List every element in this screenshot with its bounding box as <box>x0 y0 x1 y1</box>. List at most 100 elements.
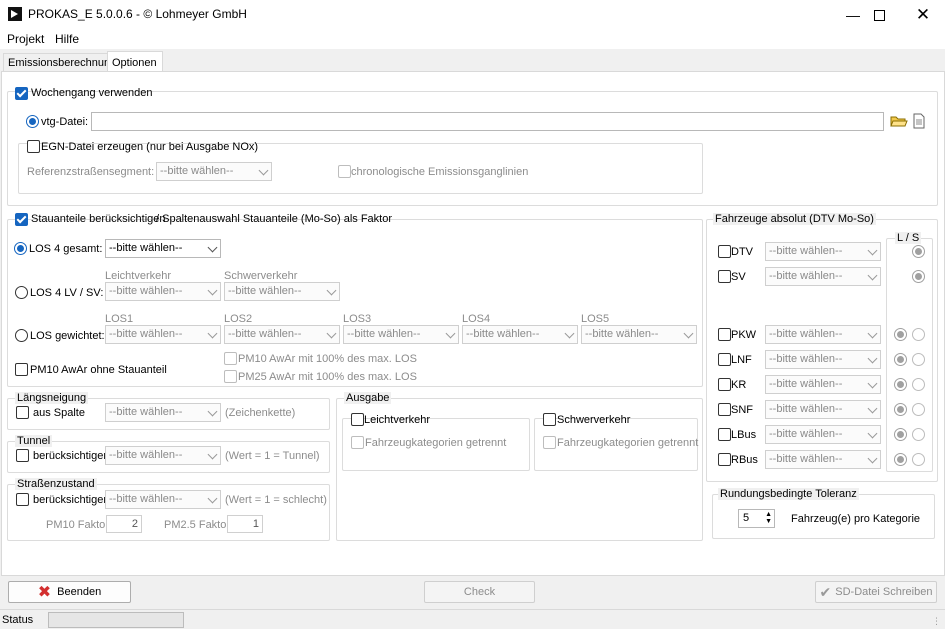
fz-snf-select[interactable]: --bitte wählen-- <box>765 400 881 419</box>
fz-sv-select[interactable]: --bitte wählen-- <box>765 267 881 286</box>
pm10-100-label: PM10 AwAr mit 100% des max. LOS <box>238 353 417 365</box>
schwer-select[interactable]: --bitte wählen-- <box>224 282 340 301</box>
tunnel-select[interactable]: --bitte wählen-- <box>105 446 221 465</box>
laengsneigung-title: Längsneigung <box>15 392 89 404</box>
tab-emissionsberechnung[interactable]: Emissionsberechnung <box>3 53 116 72</box>
menu-projekt[interactable]: Projekt <box>7 32 44 46</box>
fz-pkw-l-radio[interactable] <box>894 328 907 341</box>
resize-grip-icon[interactable]: ⋮ <box>932 616 941 627</box>
beenden-button[interactable]: ✖ Beenden <box>8 581 131 603</box>
app-icon <box>8 7 22 21</box>
fz-rbus-select[interactable]: --bitte wählen-- <box>765 450 881 469</box>
chrono-checkbox[interactable] <box>338 165 351 178</box>
open-folder-button[interactable] <box>890 113 908 129</box>
fz-pkw-select-value: --bitte wählen-- <box>769 328 843 340</box>
fz-kr-select[interactable]: --bitte wählen-- <box>765 375 881 394</box>
fz-sv-checkbox[interactable] <box>718 270 731 283</box>
ref-select[interactable]: --bitte wählen-- <box>156 162 272 181</box>
tab-optionen[interactable]: Optionen <box>107 51 163 73</box>
fz-lbus-s-radio[interactable] <box>912 428 925 441</box>
los-gewichtet-radio[interactable] <box>15 329 28 342</box>
fz-dtv-checkbox[interactable] <box>718 245 731 258</box>
check-button[interactable]: Check <box>424 581 535 603</box>
los5-header: LOS5 <box>581 313 610 325</box>
fz-sv-s-radio[interactable] <box>912 270 925 283</box>
close-icon: ✕ <box>915 5 931 24</box>
fz-lnf-s-radio[interactable] <box>912 353 925 366</box>
ausgabe-schwer-getrennt-checkbox[interactable] <box>543 436 556 449</box>
fz-sv-select-value: --bitte wählen-- <box>769 270 843 282</box>
los3-header: LOS3 <box>343 313 372 325</box>
strasse-select[interactable]: --bitte wählen-- <box>105 490 221 509</box>
fz-kr-l-radio[interactable] <box>894 378 907 391</box>
los2-select[interactable]: --bitte wählen-- <box>224 325 340 344</box>
chevron-down-icon <box>207 328 218 339</box>
vtg-file-input[interactable] <box>91 112 884 131</box>
rundung-spinner[interactable]: 5 ▲ ▼ <box>738 509 775 528</box>
los4-gesamt-select[interactable]: --bitte wählen-- <box>105 239 221 258</box>
fz-pkw-select[interactable]: --bitte wählen-- <box>765 325 881 344</box>
chevron-down-icon <box>207 285 218 296</box>
los4-gesamt-radio[interactable] <box>14 242 27 255</box>
fz-lnf-label: LNF <box>731 354 752 366</box>
los4-select[interactable]: --bitte wählen-- <box>462 325 578 344</box>
wochengang-checkbox[interactable] <box>15 87 28 100</box>
los5-select[interactable]: --bitte wählen-- <box>581 325 697 344</box>
fz-rbus-checkbox[interactable] <box>718 453 731 466</box>
pm25-faktor-input[interactable]: 1 <box>227 515 263 533</box>
vtg-radio[interactable] <box>26 115 39 128</box>
fz-lnf-checkbox[interactable] <box>718 353 731 366</box>
spinner-arrows-icon[interactable]: ▲ ▼ <box>765 511 772 525</box>
tunnel-checkbox[interactable] <box>16 449 29 462</box>
laengsneigung-select[interactable]: --bitte wählen-- <box>105 403 221 422</box>
fz-lnf-select[interactable]: --bitte wählen-- <box>765 350 881 369</box>
fz-snf-s-radio[interactable] <box>912 403 925 416</box>
pm25-100-checkbox[interactable] <box>224 370 237 383</box>
laengsneigung-checkbox[interactable] <box>16 406 29 419</box>
fz-dtv-select[interactable]: --bitte wählen-- <box>765 242 881 261</box>
fz-rbus-l-radio[interactable] <box>894 453 907 466</box>
fz-lnf-l-radio[interactable] <box>894 353 907 366</box>
close-button[interactable]: ✕ <box>900 0 945 30</box>
fz-lbus-label: LBus <box>731 429 757 441</box>
fz-kr-s-radio[interactable] <box>912 378 925 391</box>
maximize-button[interactable] <box>856 0 902 30</box>
los4-gesamt-value: --bitte wählen-- <box>109 242 183 254</box>
strasse-checkbox[interactable] <box>16 493 29 506</box>
schwer-select-value: --bitte wählen-- <box>228 285 302 297</box>
stau-checkbox[interactable] <box>15 213 28 226</box>
fz-lbus-checkbox[interactable] <box>718 428 731 441</box>
fz-dtv-s-radio[interactable] <box>912 245 925 258</box>
maximize-icon <box>873 9 885 21</box>
fz-snf-checkbox[interactable] <box>718 403 731 416</box>
leicht-select[interactable]: --bitte wählen-- <box>105 282 221 301</box>
ausgabe-leicht-checkbox[interactable] <box>351 413 364 426</box>
chevron-down-icon <box>683 328 694 339</box>
ausgabe-schwer-checkbox[interactable] <box>543 413 556 426</box>
menu-hilfe[interactable]: Hilfe <box>55 32 79 46</box>
chevron-down-icon <box>867 328 878 339</box>
chevron-down-icon <box>867 270 878 281</box>
document-icon <box>913 113 925 129</box>
fz-dtv-select-value: --bitte wählen-- <box>769 245 843 257</box>
fz-lbus-select[interactable]: --bitte wählen-- <box>765 425 881 444</box>
fz-snf-label: SNF <box>731 404 753 416</box>
sd-datei-button[interactable]: ✔ SD-Datei Schreiben <box>815 581 937 603</box>
pm10-faktor-input[interactable]: 2 <box>106 515 142 533</box>
ausgabe-leicht-getrennt-checkbox[interactable] <box>351 436 364 449</box>
los4-lvsv-radio[interactable] <box>15 286 28 299</box>
fz-lbus-l-radio[interactable] <box>894 428 907 441</box>
file-view-button[interactable] <box>912 113 926 129</box>
fz-pkw-s-radio[interactable] <box>912 328 925 341</box>
fz-snf-l-radio[interactable] <box>894 403 907 416</box>
los1-select[interactable]: --bitte wählen-- <box>105 325 221 344</box>
pm10-100-checkbox[interactable] <box>224 352 237 365</box>
pm10-ohne-checkbox[interactable] <box>15 363 28 376</box>
los3-select[interactable]: --bitte wählen-- <box>343 325 459 344</box>
fz-kr-checkbox[interactable] <box>718 378 731 391</box>
ref-select-value: --bitte wählen-- <box>160 165 234 177</box>
fz-pkw-checkbox[interactable] <box>718 328 731 341</box>
egn-checkbox[interactable] <box>27 140 40 153</box>
beenden-label: Beenden <box>57 586 102 598</box>
fz-rbus-s-radio[interactable] <box>912 453 925 466</box>
